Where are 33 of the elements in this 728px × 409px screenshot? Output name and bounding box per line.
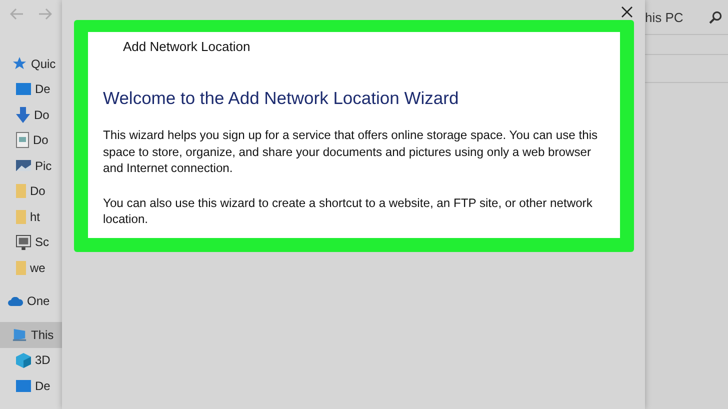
close-icon[interactable] (621, 6, 633, 18)
search-icon[interactable] (709, 10, 722, 24)
sidebar-item[interactable]: De (0, 373, 62, 398)
sidebar-item-icon (16, 380, 31, 392)
sidebar-item-icon (16, 106, 30, 123)
sidebar-item-icon (16, 210, 26, 224)
sidebar-item-icon (16, 234, 31, 250)
sidebar-item[interactable]: Pic (0, 153, 62, 178)
sidebar-item[interactable]: Do (0, 178, 62, 204)
sidebar-item[interactable]: Do (0, 128, 62, 153)
sidebar-item-icon (16, 260, 26, 275)
sidebar-item-icon (16, 184, 26, 198)
sidebar-item[interactable]: De (0, 76, 62, 102)
sidebar-item[interactable]: This (0, 322, 62, 348)
sidebar-item[interactable]: 3D (0, 348, 62, 373)
sidebar-item-icon (12, 56, 27, 72)
sidebar-item-icon (12, 328, 27, 342)
sidebar-item[interactable]: Do (0, 102, 62, 128)
sidebar-item-icon (16, 132, 29, 148)
wizard-paragraph: This wizard helps you sign up for a service that offers online storage space. You can use this space to store, organize, and share your documents and pictures using only a web browser and Internet connection. (103, 127, 599, 176)
dialog-title: Add Network Location (122, 39, 252, 54)
address-text[interactable]: his PC (645, 10, 684, 24)
sidebar-item-icon (16, 83, 31, 96)
sidebar-item-icon (16, 352, 31, 368)
sidebar-item[interactable]: One (0, 288, 62, 314)
sidebar-item[interactable]: Sc (0, 230, 62, 255)
sidebar-item[interactable]: Quic (0, 51, 62, 76)
sidebar-item-icon (8, 296, 23, 306)
sidebar-item[interactable]: we (0, 255, 62, 280)
sidebar-item[interactable]: ht (0, 204, 62, 230)
wizard-heading: Welcome to the Add Network Location Wizard (103, 88, 460, 109)
wizard-paragraph: You can also use this wizard to create a shortcut to a website, an FTP site, or other network location. (103, 194, 594, 228)
sidebar-item-icon (16, 160, 31, 172)
